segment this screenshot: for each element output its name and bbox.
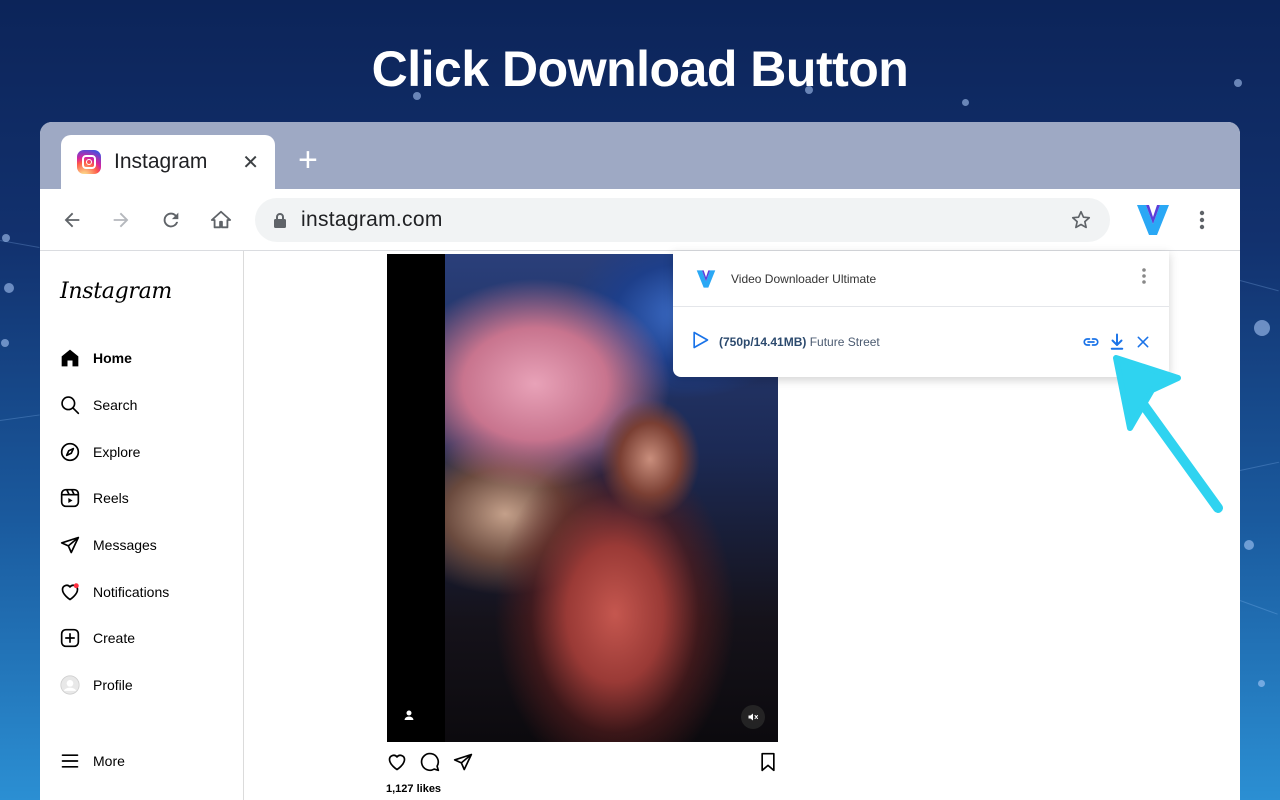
instagram-logo[interactable]: Instagram: [60, 279, 172, 304]
copy-link-button[interactable]: [1082, 333, 1100, 351]
new-tab-button[interactable]: +: [298, 143, 318, 177]
search-icon: [60, 395, 80, 415]
comment-icon: [420, 752, 440, 772]
send-icon: [453, 753, 473, 771]
link-icon: [1083, 338, 1099, 346]
compass-icon: [60, 442, 80, 462]
download-button[interactable]: [1108, 333, 1126, 351]
tab-strip: Instagram ✕ +: [40, 122, 1240, 189]
nav-item-explore[interactable]: Explore: [60, 437, 140, 467]
video-name: Future Street: [809, 335, 880, 349]
menu-icon: [60, 751, 80, 771]
nav-label: Messages: [93, 537, 157, 553]
play-button[interactable]: [690, 330, 710, 355]
headline: Click Download Button: [371, 41, 909, 97]
browser-window: Instagram ✕ + instagram.com Instagram Ho…: [40, 122, 1240, 800]
likes-count[interactable]: 1,127 likes: [386, 783, 441, 795]
save-post-button[interactable]: [759, 752, 777, 777]
nav-item-notifications[interactable]: Notifications: [60, 577, 169, 607]
video-info: (750p/14.41MB) Future Street: [719, 335, 1074, 349]
instagram-icon: [77, 150, 101, 174]
browser-toolbar: instagram.com: [40, 189, 1240, 251]
close-icon: [1137, 336, 1149, 348]
nav-item-messages[interactable]: Messages: [60, 530, 157, 560]
close-icon[interactable]: ✕: [242, 150, 259, 175]
avatar-icon: [60, 675, 80, 695]
send-icon: [60, 535, 80, 555]
nav-label: Reels: [93, 490, 129, 506]
address-bar[interactable]: instagram.com: [255, 198, 1110, 242]
bookmark-icon: [761, 752, 775, 772]
back-button[interactable]: [59, 207, 85, 233]
nav-label: Notifications: [93, 584, 170, 600]
reload-button[interactable]: [158, 207, 184, 233]
nav-label: Home: [93, 350, 132, 366]
instagram-sidebar: Instagram Home Search Explore Reels Mess…: [40, 251, 244, 800]
lock-icon: [274, 213, 286, 228]
reload-icon: [163, 212, 179, 228]
nav-label: Search: [93, 397, 138, 413]
mute-button[interactable]: [741, 705, 765, 729]
arrow-left-icon: [64, 212, 80, 228]
reels-icon: [60, 488, 80, 508]
nav-item-reels[interactable]: Reels: [60, 483, 129, 513]
play-icon: [693, 331, 709, 348]
more-vert-icon: [1142, 268, 1146, 284]
post-actions: [387, 752, 778, 778]
plus-square-icon: [60, 628, 80, 648]
video-quality: (750p/14.41MB): [719, 335, 807, 349]
url-text: instagram.com: [301, 208, 443, 231]
home-button[interactable]: [208, 207, 234, 233]
nav-item-search[interactable]: Search: [60, 390, 137, 420]
nav-label: Create: [93, 630, 136, 646]
more-vert-icon: [1199, 210, 1205, 230]
extension-button[interactable]: [1134, 202, 1172, 243]
nav-label: More: [93, 753, 125, 769]
star-icon: [1071, 210, 1091, 229]
nav-item-home[interactable]: Home: [60, 343, 132, 373]
heart-icon: [388, 754, 406, 771]
nav-item-more[interactable]: More: [60, 746, 125, 776]
home-outline-icon: [210, 210, 232, 229]
comment-button[interactable]: [420, 752, 440, 777]
browser-menu-button[interactable]: [1198, 209, 1206, 236]
home-icon: [60, 348, 80, 368]
tab-instagram[interactable]: Instagram ✕: [61, 135, 275, 189]
dismiss-button[interactable]: [1134, 333, 1152, 351]
speaker-muted-icon: [748, 713, 758, 721]
like-button[interactable]: [387, 752, 407, 777]
extension-popup: Video Downloader Ultimate (750p/14.41MB)…: [673, 251, 1169, 377]
popup-header: Video Downloader Ultimate: [673, 251, 1169, 307]
nav-item-create[interactable]: Create: [60, 623, 135, 653]
share-button[interactable]: [453, 752, 473, 777]
v-logo-icon: [696, 269, 716, 288]
nav-item-profile[interactable]: Profile: [60, 670, 133, 700]
forward-button[interactable]: [108, 207, 134, 233]
tab-title: Instagram: [114, 150, 208, 173]
tagged-user-icon[interactable]: [403, 708, 415, 726]
pointer-arrow-icon: [1113, 355, 1223, 513]
v-logo-icon: [1137, 205, 1169, 235]
download-icon: [1110, 333, 1124, 350]
nav-label: Profile: [93, 677, 133, 693]
popup-menu-button[interactable]: [1141, 267, 1147, 290]
video-item: (750p/14.41MB) Future Street: [673, 307, 1169, 377]
arrow-right-icon: [113, 212, 129, 228]
popup-title: Video Downloader Ultimate: [731, 271, 877, 286]
heart-icon: [60, 582, 80, 602]
nav-label: Explore: [93, 444, 141, 460]
